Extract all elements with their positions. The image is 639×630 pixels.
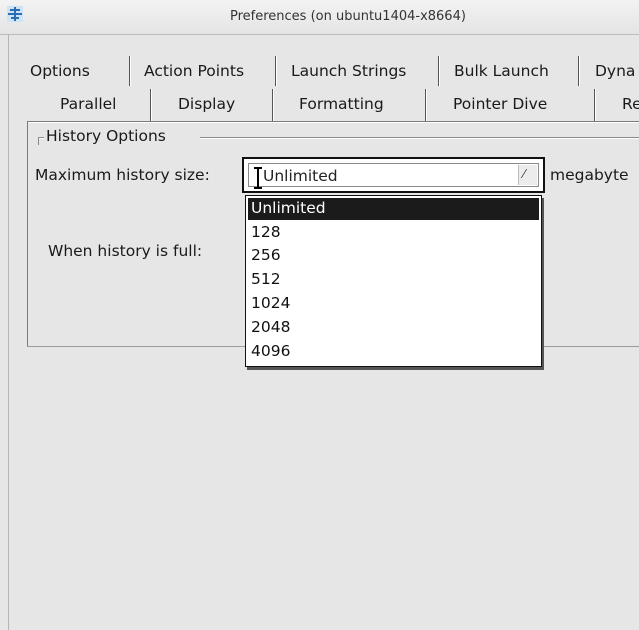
when-history-full-label: When history is full: bbox=[48, 242, 203, 260]
tab-action-points[interactable]: Action Points bbox=[144, 58, 244, 84]
tab-pointer-dive[interactable]: Pointer Dive bbox=[453, 91, 547, 117]
dropdown-option-256[interactable]: 256 bbox=[248, 245, 539, 267]
title-bar: Preferences (on ubuntu1404-x8664) bbox=[0, 0, 639, 35]
max-history-size-value: Unlimited bbox=[263, 167, 338, 185]
dropdown-option-128[interactable]: 128 bbox=[248, 222, 539, 244]
tab-dynamic[interactable]: Dyna bbox=[595, 58, 635, 84]
dropdown-option-2048[interactable]: 2048 bbox=[248, 317, 539, 339]
chevron-down-icon: ⁄ bbox=[523, 167, 526, 181]
tab-launch-strings[interactable]: Launch Strings bbox=[291, 58, 406, 84]
dropdown-option-unlimited[interactable]: Unlimited bbox=[248, 198, 539, 220]
tab-separator bbox=[438, 56, 440, 86]
tab-bulk-launch[interactable]: Bulk Launch bbox=[454, 58, 549, 84]
combobox-arrow-button[interactable]: ⁄ bbox=[518, 165, 537, 185]
window-title: Preferences (on ubuntu1404-x8664) bbox=[230, 9, 466, 24]
history-size-dropdown[interactable]: Unlimited 128 256 512 1024 2048 4096 bbox=[245, 195, 542, 367]
max-history-size-label: Maximum history size: bbox=[35, 166, 210, 184]
tab-formatting[interactable]: Formatting bbox=[299, 91, 384, 117]
tab-separator bbox=[425, 89, 427, 121]
tab-parallel[interactable]: Parallel bbox=[60, 91, 116, 117]
tab-separator bbox=[594, 89, 596, 121]
panel-border-left bbox=[27, 121, 28, 347]
group-frame-line bbox=[200, 137, 639, 139]
max-history-size-combobox[interactable]: Unlimited ⁄ bbox=[242, 157, 545, 193]
history-options-group-label: History Options bbox=[44, 127, 168, 145]
dropdown-option-1024[interactable]: 1024 bbox=[248, 293, 539, 315]
tab-separator bbox=[275, 56, 277, 86]
window-border bbox=[8, 34, 9, 630]
dropdown-option-4096[interactable]: 4096 bbox=[248, 341, 539, 363]
text-cursor-icon bbox=[254, 167, 262, 189]
megabytes-label: megabyte bbox=[550, 166, 629, 184]
tab-separator bbox=[150, 89, 152, 121]
tab-display[interactable]: Display bbox=[178, 91, 235, 117]
tab-separator bbox=[272, 89, 274, 121]
app-icon bbox=[7, 6, 23, 22]
tab-separator bbox=[129, 56, 131, 86]
group-frame-line bbox=[38, 137, 39, 145]
combobox-field[interactable]: Unlimited ⁄ bbox=[248, 163, 539, 189]
panel-border-top bbox=[27, 121, 639, 123]
tab-options[interactable]: Options bbox=[30, 58, 90, 84]
tab-separator bbox=[578, 56, 580, 86]
tab-more[interactable]: Re bbox=[622, 91, 639, 117]
dropdown-option-512[interactable]: 512 bbox=[248, 269, 539, 291]
